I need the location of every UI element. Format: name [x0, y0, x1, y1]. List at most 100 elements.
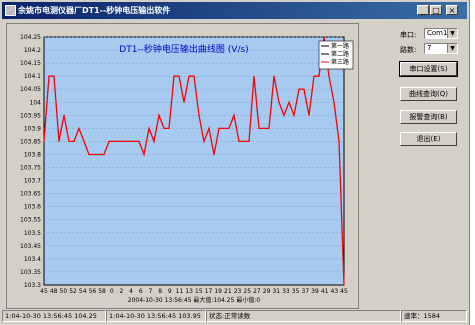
data-point [143, 153, 145, 156]
port-select[interactable]: Com1 ▼ [424, 28, 458, 39]
data-point [343, 284, 345, 286]
window-title: 余姚市电测仪器厂DT1--秒钟电压输出软件 [18, 6, 171, 15]
data-point [178, 75, 180, 77]
chevron-down-icon[interactable]: ▼ [447, 29, 457, 38]
data-point [58, 140, 60, 142]
title-bar[interactable]: 余姚市电测仪器厂DT1--秒钟电压输出软件 _ □ × [2, 2, 467, 19]
data-point [198, 114, 200, 116]
data-point [88, 153, 90, 156]
y-tick-label: 103.45 [20, 243, 41, 250]
x-tick-label: 48 [50, 288, 58, 295]
data-point [318, 75, 320, 77]
data-point [243, 140, 245, 142]
x-tick-label: 7 [149, 288, 153, 295]
status-panel-4: 速率：1584 [401, 310, 467, 322]
y-tick-label: 103.95 [20, 112, 41, 119]
exit-button[interactable]: 退出(E) [400, 132, 457, 146]
data-point [148, 127, 150, 129]
app-window: 余姚市电测仪器厂DT1--秒钟电压输出软件 _ □ × 103.3 103.35 1… [0, 0, 470, 325]
plot-area [43, 36, 345, 286]
status-panel-2: 1:04-10-30 13:56:45 103.95 [106, 310, 206, 322]
data-point [258, 127, 260, 129]
channel-label: 路数: [400, 46, 417, 54]
x-tick-label: 50 [60, 288, 68, 295]
y-tick-label: 103.75 [20, 165, 41, 172]
x-tick-label: 43 [331, 288, 339, 295]
data-point [273, 75, 275, 77]
data-point [168, 127, 170, 129]
x-tick-label: 39 [311, 288, 319, 295]
data-point [78, 127, 80, 129]
data-point [113, 140, 115, 142]
data-point [188, 75, 190, 77]
data-point [238, 140, 240, 142]
x-caption: 2004-10-30 13:56:45 最大值:104.25 最小值:0 [128, 296, 261, 304]
data-point [73, 140, 75, 142]
curve-query-button[interactable]: 曲线查询(Q) [400, 87, 457, 101]
voltage-chart: 103.3 103.35 103.4 103.45 103.5 103.55 103.6 10… [6, 23, 359, 309]
x-tick-label: 2 [120, 288, 124, 295]
chevron-down-icon[interactable]: ▼ [447, 44, 457, 53]
port-settings-button[interactable]: 串口设置(S) [399, 61, 458, 77]
data-point [218, 127, 220, 129]
x-tick-label: 13 [185, 288, 193, 295]
data-point [253, 75, 255, 77]
y-tick-label: 104.15 [20, 60, 41, 67]
y-tick-label: 104.1 [24, 73, 41, 80]
y-tick-label: 103.7 [24, 178, 41, 185]
data-point [173, 75, 175, 77]
status-panel-3: 状态:正常读数 [206, 310, 401, 322]
x-tick-label: 8 [158, 288, 162, 295]
x-tick-label: 45 [40, 288, 48, 295]
data-point [183, 101, 185, 103]
data-point [308, 114, 310, 116]
y-tick-label: 103.65 [20, 191, 41, 198]
x-tick-label: 54 [79, 288, 87, 295]
data-point [123, 140, 125, 142]
port-label: 串口: [400, 31, 417, 39]
y-tick-label: 103.55 [20, 217, 41, 224]
data-point [313, 75, 315, 77]
y-tick-label: 104 [30, 99, 42, 106]
y-tick-label: 103.3 [24, 282, 41, 289]
data-point [103, 153, 105, 156]
app-icon [5, 5, 16, 16]
data-point [283, 114, 285, 116]
alarm-query-button[interactable]: 报警查询(B) [400, 110, 457, 124]
legend-entry: 第二路 [331, 50, 349, 58]
maximize-button[interactable]: □ [430, 5, 442, 15]
minimize-button[interactable]: _ [417, 5, 429, 15]
x-tick-label: 31 [272, 288, 280, 295]
data-point [108, 140, 110, 142]
x-tick-label: 19 [214, 288, 222, 295]
x-tick-label: 23 [234, 288, 242, 295]
y-tick-label: 103.35 [20, 269, 41, 276]
data-point [128, 140, 130, 142]
close-button[interactable]: × [446, 5, 458, 15]
y-tick-label: 104.05 [20, 86, 41, 93]
data-point [228, 127, 230, 129]
x-tick-label: 56 [89, 288, 97, 295]
data-point [248, 140, 250, 142]
data-point [133, 140, 135, 142]
data-point [303, 88, 305, 90]
x-tick-label: 29 [263, 288, 271, 295]
data-point [48, 75, 50, 77]
data-point [208, 127, 210, 129]
y-tick-label: 103.9 [24, 125, 41, 132]
data-point [68, 140, 70, 142]
data-point [163, 127, 165, 129]
port-value: Com1 [427, 29, 448, 37]
x-tick-label: 15 [195, 288, 203, 295]
chart-svg: 103.3 103.35 103.4 103.45 103.5 103.55 103.6 10… [20, 34, 354, 304]
data-point [203, 140, 205, 142]
x-tick-label: 21 [224, 288, 232, 295]
data-point [193, 75, 195, 77]
channel-select[interactable]: 7 ▼ [424, 43, 458, 54]
data-point [53, 75, 55, 77]
data-point [263, 127, 265, 129]
data-point [213, 153, 215, 156]
x-tick-label: 33 [282, 288, 290, 295]
data-point [223, 127, 225, 129]
data-point [233, 114, 235, 116]
